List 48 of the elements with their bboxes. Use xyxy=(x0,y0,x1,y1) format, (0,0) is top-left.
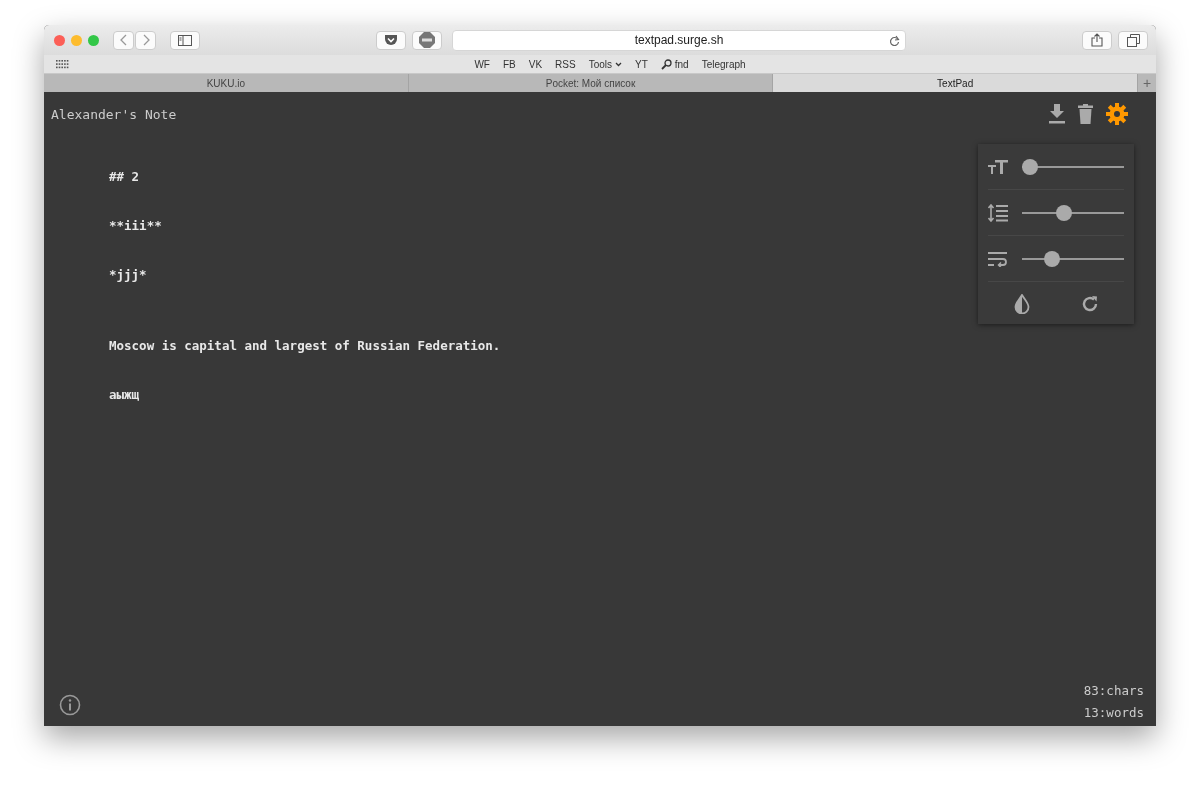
sidebar-button[interactable] xyxy=(170,30,200,50)
info-icon[interactable] xyxy=(59,694,81,716)
text-line: Moscow is capital and largest of Russian Federation. xyxy=(109,338,501,353)
browser-tab[interactable]: TextPad xyxy=(773,74,1138,92)
caret-icon xyxy=(615,61,622,67)
chevron-right-icon xyxy=(141,34,150,46)
share-button[interactable] xyxy=(1082,30,1112,50)
share-icon xyxy=(1091,33,1103,47)
settings-icon[interactable] xyxy=(1106,103,1128,125)
line-spacing-icon xyxy=(988,203,1008,222)
tabs-icon xyxy=(1126,33,1140,47)
count-text: 83:chars xyxy=(1083,682,1144,700)
back-button[interactable] xyxy=(113,30,134,50)
download-icon[interactable] xyxy=(1049,104,1065,124)
bookmark-link[interactable]: VK xyxy=(528,58,543,70)
bookmark-link[interactable]: Tools xyxy=(588,58,622,70)
reset-icon[interactable] xyxy=(1080,295,1099,313)
reload-icon[interactable] xyxy=(889,34,900,47)
apps-grid-icon[interactable] xyxy=(56,59,69,69)
bookmark-link[interactable]: fnd xyxy=(660,58,689,70)
tabs-overview-button[interactable] xyxy=(1118,30,1148,50)
slider-thumb[interactable] xyxy=(1056,204,1073,221)
bookmark-link[interactable]: RSS xyxy=(555,58,576,70)
text-line: **iii** xyxy=(109,218,163,233)
bookmark-link[interactable]: WF xyxy=(474,58,490,70)
slider-thumb[interactable] xyxy=(1043,250,1060,267)
text-wrap-icon xyxy=(988,250,1008,267)
text-line: аыжщ xyxy=(109,387,141,402)
count-text: 13:words xyxy=(1083,704,1144,722)
bookmark-link[interactable]: FB xyxy=(502,58,516,70)
font-size-icon xyxy=(988,159,1008,174)
slider-thumb[interactable] xyxy=(1022,158,1038,175)
text-line: *jjj* xyxy=(109,267,148,282)
contrast-icon[interactable] xyxy=(1013,294,1030,314)
address-bar[interactable]: textpad.surge.sh xyxy=(452,29,906,51)
magnifier-icon xyxy=(660,58,672,70)
pocket-button[interactable] xyxy=(376,30,406,50)
stop-sign-icon xyxy=(419,32,435,48)
trash-icon[interactable] xyxy=(1078,104,1093,124)
bookmark-link[interactable]: Telegraph xyxy=(701,58,746,70)
text-line: ## 2 xyxy=(109,169,141,184)
note-title[interactable]: Alexander's Note xyxy=(51,106,177,122)
adblock-button[interactable] xyxy=(412,30,442,50)
bookmark-link[interactable]: YT xyxy=(635,58,648,70)
sidebar-icon xyxy=(178,34,192,46)
chevron-left-icon xyxy=(119,34,128,46)
forward-button[interactable] xyxy=(135,30,156,50)
pocket-icon xyxy=(384,34,398,46)
